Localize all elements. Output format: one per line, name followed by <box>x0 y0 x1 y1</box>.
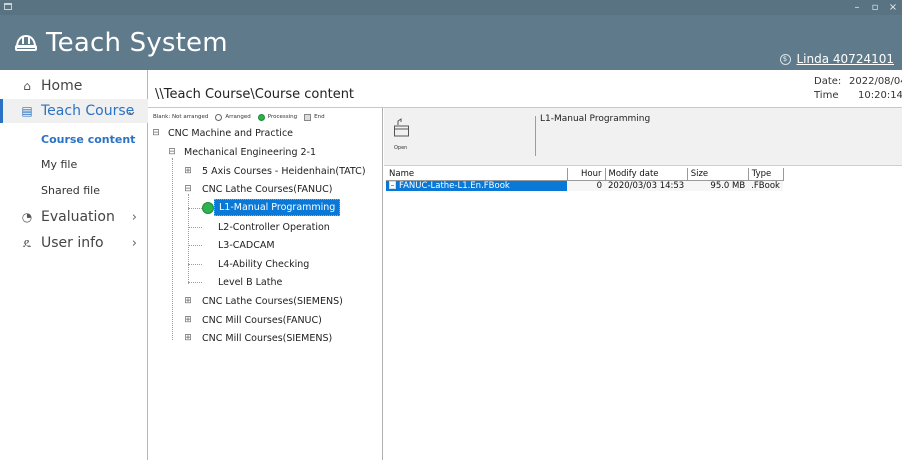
status-legend: Blank: Not arranged Arranged Processing … <box>153 111 325 123</box>
sidebar-item-home[interactable]: ⌂ Home <box>0 74 148 98</box>
sidebar-item-evaluation[interactable]: ◔ Evaluation › <box>0 205 148 229</box>
legend-end: End <box>314 114 325 120</box>
file-type-cell: .FBook <box>748 180 784 191</box>
selected-course-title: L1-Manual Programming <box>540 114 651 124</box>
app-header: Teach System $ Linda 40724101 <box>0 15 902 70</box>
file-table: Name Hour Modify date Size Type FANUC-La… <box>386 168 784 191</box>
expand-toggle-icon[interactable]: ⊞ <box>183 296 193 306</box>
tree-node-l3-cadcam[interactable]: L3-CADCAM <box>148 236 383 254</box>
tree-node-cnc-mill-fanuc[interactable]: ⊞ CNC Mill Courses(FANUC) <box>148 311 383 329</box>
coin-icon: $ <box>779 53 791 65</box>
sidebar-item-label: User info <box>41 235 104 251</box>
expand-toggle-icon[interactable]: ⊞ <box>183 315 193 325</box>
sidebar-item-teach-course[interactable]: ▤ Teach Course ⌄ <box>0 99 148 123</box>
open-file-icon <box>394 118 409 137</box>
sidebar-item-label: Home <box>41 78 83 94</box>
sidebar-subitem-shared-file[interactable]: Shared file <box>41 184 100 197</box>
toolbar-divider <box>535 116 536 156</box>
tree-node-l1-manual-programming[interactable]: L1-Manual Programming <box>148 199 383 217</box>
time-value: 10:20:14 <box>858 90 902 101</box>
tree-node-cnc-machine-and-practice[interactable]: ⊟ CNC Machine and Practice <box>148 124 383 142</box>
file-hour-cell: 0 <box>567 180 605 191</box>
breadcrumb: \\Teach Course\Course content <box>155 87 355 102</box>
file-modify-date-cell: 2020/03/03 14:53 <box>605 180 688 191</box>
sidebar-item-label: Teach Course <box>41 103 135 119</box>
date-label: Date: <box>814 76 842 87</box>
legend-blank: Blank: Not arranged <box>153 114 209 120</box>
file-name-cell[interactable]: FANUC-Lathe-L1.En.FBook <box>386 180 567 191</box>
chevron-down-icon: ⌄ <box>126 103 137 119</box>
column-header-type[interactable]: Type <box>748 168 784 181</box>
processing-swatch-icon <box>257 113 265 121</box>
tree-node-5-axis-courses[interactable]: ⊞ 5 Axis Courses - Heidenhain(TATC) <box>148 162 383 180</box>
course-icon: ▤ <box>21 104 33 118</box>
arranged-swatch-icon <box>215 113 223 121</box>
time-label: Time <box>814 90 839 101</box>
expand-toggle-icon[interactable]: ⊞ <box>183 166 193 176</box>
tree-node-cnc-lathe-fanuc[interactable]: ⊟ CNC Lathe Courses(FANUC) <box>148 180 383 198</box>
tree-node-label: L2-Controller Operation <box>218 221 330 233</box>
open-button-label: Open <box>394 145 408 151</box>
path-bar: \\Teach Course\Course content Date: 2022… <box>148 70 902 108</box>
teach-system-window: – ▫ × Teach System $ Linda 40724101 ⌂ Ho… <box>0 0 902 460</box>
processing-status-icon <box>202 202 214 214</box>
tree-node-label: Level B Lathe <box>218 276 283 288</box>
title-bar: – ▫ × <box>0 0 902 15</box>
close-button[interactable]: × <box>882 0 902 15</box>
tree-node-mechanical-engineering[interactable]: ⊟ Mechanical Engineering 2-1 <box>148 143 383 161</box>
tree-node-level-b-lathe[interactable]: Level B Lathe <box>148 273 383 291</box>
file-list-area: Name Hour Modify date Size Type FANUC-La… <box>384 166 902 460</box>
tree-node-l2-controller-operation[interactable]: L2-Controller Operation <box>148 218 383 236</box>
tree-node-label: CNC Mill Courses(SIEMENS) <box>202 332 333 344</box>
sidebar: ⌂ Home ▤ Teach Course ⌄ Course content M… <box>0 70 148 460</box>
user-name-link[interactable]: Linda 40724101 <box>797 52 895 66</box>
open-button[interactable]: Open <box>390 116 420 156</box>
file-size-cell: 95.0 MB <box>687 180 749 191</box>
collapse-toggle-icon[interactable]: ⊟ <box>167 147 177 157</box>
tree-node-l4-ability-checking[interactable]: L4-Ability Checking <box>148 255 383 273</box>
tree-node-label: L4-Ability Checking <box>218 258 310 270</box>
tree-node-label: CNC Machine and Practice <box>168 127 294 139</box>
file-name: FANUC-Lathe-L1.En.FBook <box>399 180 510 191</box>
user-account[interactable]: $ Linda 40724101 <box>779 52 895 66</box>
sidebar-subitem-course-content[interactable]: Course content <box>41 133 135 146</box>
column-header-name[interactable]: Name <box>386 168 568 181</box>
user-icon: ዴ <box>22 235 32 250</box>
brand: Teach System <box>14 27 228 59</box>
end-swatch-icon <box>304 113 312 121</box>
collapse-toggle-icon[interactable]: ⊟ <box>183 184 193 194</box>
evaluation-icon: ◔ <box>21 210 33 224</box>
content-toolbar: Open L1-Manual Programming <box>384 108 902 166</box>
date-value: 2022/08/04 <box>849 76 902 87</box>
column-header-size[interactable]: Size <box>687 168 749 181</box>
tree-node-label-selected: L1-Manual Programming <box>214 199 341 216</box>
app-menu-icon[interactable] <box>4 3 12 10</box>
sidebar-item-user-info[interactable]: ዴ User info › <box>0 231 148 255</box>
tree-node-label: 5 Axis Courses - Heidenhain(TATC) <box>202 165 366 177</box>
app-title: Teach System <box>46 28 228 58</box>
chevron-right-icon: › <box>131 235 137 251</box>
sidebar-item-label: Evaluation <box>41 209 115 225</box>
column-header-modify-date[interactable]: Modify date <box>605 168 688 181</box>
tree-node-cnc-mill-siemens[interactable]: ⊞ CNC Mill Courses(SIEMENS) <box>148 329 383 347</box>
tree-node-label: Mechanical Engineering 2-1 <box>184 146 317 158</box>
legend-arranged: Arranged <box>225 114 251 120</box>
hard-hat-icon <box>15 34 37 51</box>
legend-processing: Processing <box>267 114 298 120</box>
expand-toggle-icon[interactable]: ⊞ <box>183 333 193 343</box>
home-icon: ⌂ <box>23 79 31 93</box>
tree-node-label: CNC Lathe Courses(SIEMENS) <box>202 295 343 307</box>
tree-node-label: L3-CADCAM <box>218 239 275 251</box>
file-icon <box>389 180 396 189</box>
collapse-toggle-icon[interactable]: ⊟ <box>151 128 161 138</box>
tree-node-cnc-lathe-siemens[interactable]: ⊞ CNC Lathe Courses(SIEMENS) <box>148 292 383 310</box>
course-tree-pane: Blank: Not arranged Arranged Processing … <box>148 108 383 460</box>
tree-node-label: CNC Mill Courses(FANUC) <box>202 314 322 326</box>
tree-node-label: CNC Lathe Courses(FANUC) <box>202 183 333 195</box>
sidebar-subitem-my-file[interactable]: My file <box>41 158 77 171</box>
chevron-right-icon: › <box>131 209 137 225</box>
table-header-row: Name Hour Modify date Size Type <box>386 168 784 181</box>
table-row[interactable]: FANUC-Lathe-L1.En.FBook 0 2020/03/03 14:… <box>386 180 784 191</box>
column-header-hour[interactable]: Hour <box>567 168 606 181</box>
